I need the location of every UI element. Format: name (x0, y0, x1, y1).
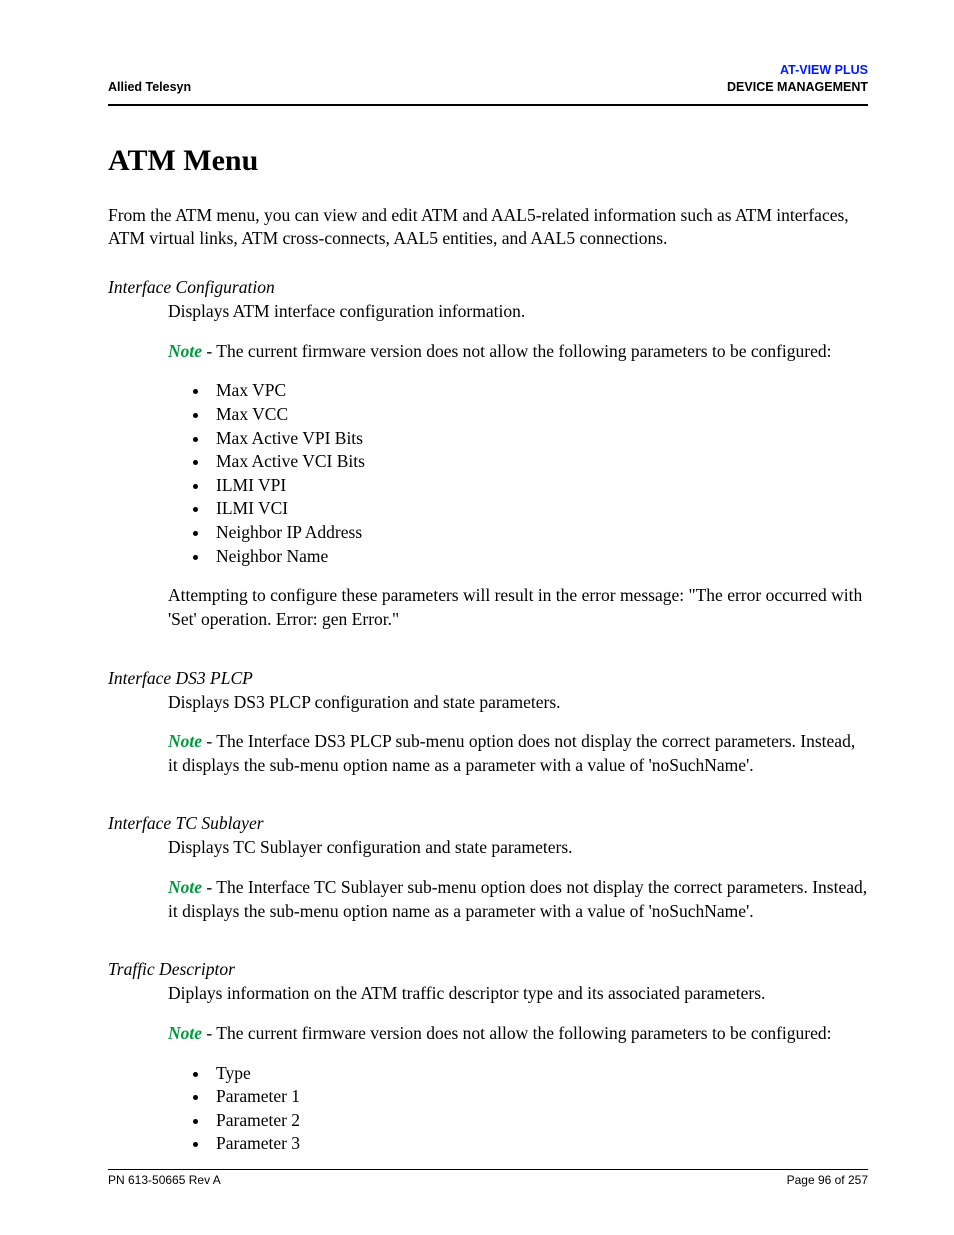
section-title-traffic: Traffic Descriptor (108, 959, 868, 980)
list-item: Neighbor IP Address (210, 521, 868, 545)
page-title: ATM Menu (108, 144, 868, 178)
page-header: Allied Telesyn AT-VIEW PLUS DEVICE MANAG… (108, 62, 868, 106)
ifconfig-params-list: Max VPC Max VCC Max Active VPI Bits Max … (168, 379, 868, 568)
ifconfig-trailer: Attempting to configure these parameters… (168, 584, 868, 631)
list-item: Max VPC (210, 379, 868, 403)
traffic-desc: Diplays information on the ATM traffic d… (168, 982, 868, 1006)
list-item: ILMI VPI (210, 474, 868, 498)
footer-part-number: PN 613-50665 Rev A (108, 1173, 221, 1187)
list-item: Parameter 2 (210, 1109, 868, 1133)
list-item: Neighbor Name (210, 545, 868, 569)
traffic-params-list: Type Parameter 1 Parameter 2 Parameter 3 (168, 1062, 868, 1157)
footer-page-number: Page 96 of 257 (787, 1173, 868, 1187)
tc-note-text: - The Interface TC Sublayer sub-menu opt… (168, 877, 867, 921)
ifconfig-note: Note - The current firmware version does… (168, 340, 868, 364)
list-item: Max VCC (210, 403, 868, 427)
ds3-note: Note - The Interface DS3 PLCP sub-menu o… (168, 730, 868, 777)
list-item: Type (210, 1062, 868, 1086)
list-item: ILMI VCI (210, 497, 868, 521)
ifconfig-desc: Displays ATM interface configuration inf… (168, 300, 868, 324)
traffic-note-text: - The current firmware version does not … (202, 1023, 831, 1043)
section-title-ds3: Interface DS3 PLCP (108, 668, 868, 689)
note-label: Note (168, 877, 202, 897)
header-company: Allied Telesyn (108, 79, 191, 96)
section-title-interface-config: Interface Configuration (108, 277, 868, 298)
intro-paragraph: From the ATM menu, you can view and edit… (108, 204, 868, 251)
section-title-tc: Interface TC Sublayer (108, 813, 868, 834)
tc-note: Note - The Interface TC Sublayer sub-men… (168, 876, 868, 923)
section-body-interface-config: Displays ATM interface configuration inf… (168, 300, 868, 632)
list-item: Max Active VCI Bits (210, 450, 868, 474)
traffic-note: Note - The current firmware version does… (168, 1022, 868, 1046)
header-subtitle: DEVICE MANAGEMENT (727, 79, 868, 96)
header-right-block: AT-VIEW PLUS DEVICE MANAGEMENT (727, 62, 868, 96)
note-label: Note (168, 1023, 202, 1043)
header-product-name: AT-VIEW PLUS (727, 62, 868, 79)
section-body-traffic: Diplays information on the ATM traffic d… (168, 982, 868, 1156)
section-body-ds3: Displays DS3 PLCP configuration and stat… (168, 691, 868, 778)
list-item: Max Active VPI Bits (210, 427, 868, 451)
tc-desc: Displays TC Sublayer configuration and s… (168, 836, 868, 860)
list-item: Parameter 3 (210, 1132, 868, 1156)
section-body-tc: Displays TC Sublayer configuration and s… (168, 836, 868, 923)
note-label: Note (168, 341, 202, 361)
ds3-desc: Displays DS3 PLCP configuration and stat… (168, 691, 868, 715)
ifconfig-note-text: - The current firmware version does not … (202, 341, 831, 361)
ds3-note-text: - The Interface DS3 PLCP sub-menu option… (168, 731, 855, 775)
document-page: Allied Telesyn AT-VIEW PLUS DEVICE MANAG… (0, 0, 954, 1235)
page-footer: PN 613-50665 Rev A Page 96 of 257 (108, 1169, 868, 1187)
list-item: Parameter 1 (210, 1085, 868, 1109)
note-label: Note (168, 731, 202, 751)
